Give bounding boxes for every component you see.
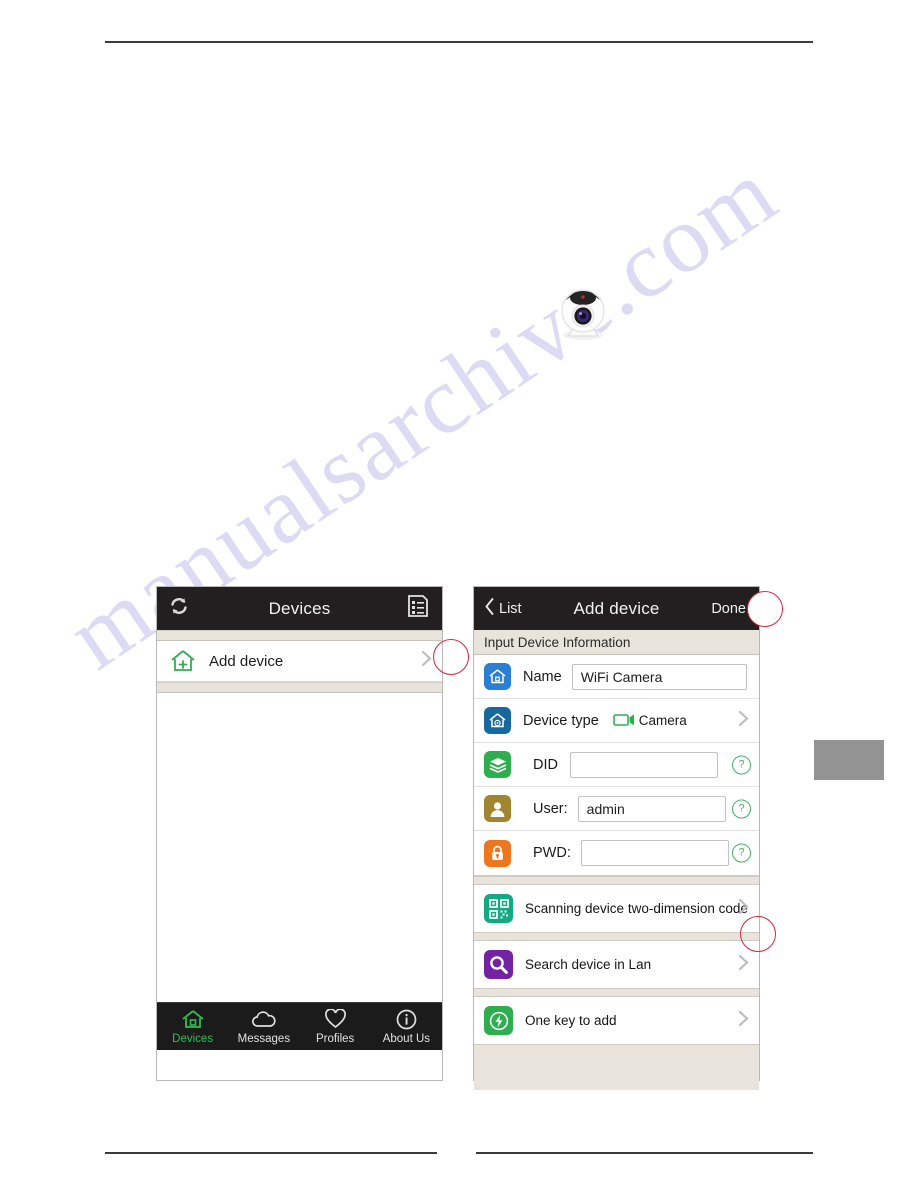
list-item-add-device[interactable]: Add device [157, 641, 442, 682]
house-blue-icon [484, 663, 511, 690]
devices-navbar: Devices [157, 587, 442, 630]
done-button[interactable]: Done [711, 601, 746, 617]
field-row-name[interactable]: Name WiFi Camera [474, 655, 759, 699]
form-footer-area [474, 1044, 759, 1090]
layers-icon [484, 751, 511, 778]
footer-rule-left [105, 1152, 437, 1154]
user-input-value: admin [586, 800, 625, 817]
one-key-add-label: One key to add [525, 1013, 617, 1028]
header-rule [105, 41, 813, 43]
action-row-one-key-add[interactable]: One key to add [474, 997, 759, 1044]
add-device-navbar: List Add device Done [474, 587, 759, 630]
annotation-circle-done [747, 591, 783, 627]
annotation-circle-add-device [433, 639, 469, 675]
footer-rule-right [476, 1152, 813, 1154]
group-separator-3 [474, 988, 759, 997]
field-row-pwd[interactable]: PWD: ? [474, 831, 759, 875]
search-lan-label: Search device in Lan [525, 957, 652, 972]
group-separator-2 [474, 932, 759, 941]
tab-devices[interactable]: Devices [157, 1003, 228, 1045]
refresh-button[interactable] [167, 594, 191, 623]
annotation-circle-scan-row [740, 916, 776, 952]
did-help-icon[interactable]: ? [732, 755, 751, 774]
name-input[interactable]: WiFi Camera [571, 663, 747, 690]
did-label: DID [533, 756, 558, 773]
info-icon [396, 1008, 417, 1030]
chevron-right-icon [738, 1010, 749, 1032]
did-input[interactable] [569, 751, 718, 778]
device-list-empty-area [157, 693, 442, 1002]
house-gear-icon [484, 707, 511, 734]
device-list-button[interactable] [407, 594, 429, 623]
field-row-did[interactable]: DID ? [474, 743, 759, 787]
scan-qr-label: Scanning device two-dimension code [525, 901, 748, 916]
group-separator-1 [474, 876, 759, 885]
field-row-user[interactable]: User: admin ? [474, 787, 759, 831]
list-bottom-strip [157, 682, 442, 693]
user-icon [484, 795, 511, 822]
lightning-icon [484, 1006, 513, 1035]
name-input-value: WiFi Camera [580, 668, 663, 685]
phone-screen-add-device: List Add device Done Input Device Inform… [473, 586, 760, 1090]
cloud-icon [251, 1008, 277, 1030]
chevron-right-icon [738, 954, 749, 976]
chevron-right-icon [738, 898, 749, 920]
tab-about-us-label: About Us [382, 1033, 431, 1045]
pwd-label: PWD: [533, 845, 571, 861]
back-to-list-button[interactable]: List [484, 597, 522, 621]
magnifier-icon [484, 950, 513, 979]
tab-messages[interactable]: Messages [228, 1003, 299, 1045]
field-row-device-type[interactable]: Device type Camera [474, 699, 759, 743]
pwd-help-icon[interactable]: ? [732, 843, 751, 863]
device-info-group: Name WiFi Camera Device type Camera DID … [474, 655, 759, 876]
user-label: User: [533, 800, 568, 817]
heart-icon [324, 1008, 347, 1030]
house-plus-icon [169, 648, 197, 674]
qr-code-icon [484, 894, 513, 923]
lock-icon [484, 839, 511, 867]
tab-messages-label: Messages [237, 1033, 291, 1045]
chevron-right-icon [738, 710, 749, 732]
wifi-camera-photo [552, 283, 614, 345]
name-label: Name [523, 668, 562, 685]
camera-icon [612, 712, 637, 730]
tab-devices-label: Devices [172, 1033, 214, 1045]
section-title: Input Device Information [484, 634, 631, 650]
user-input[interactable]: admin [577, 795, 726, 822]
back-label: List [499, 600, 522, 617]
manual-page: manualsarchive.com Devices Add device De… [0, 0, 918, 1188]
chevron-left-icon [484, 597, 495, 621]
tab-profiles[interactable]: Profiles [300, 1003, 371, 1045]
device-type-value-group: Camera [612, 712, 687, 730]
list-icon [407, 594, 429, 623]
page-edge-tab [814, 740, 884, 780]
device-type-value: Camera [638, 713, 687, 728]
list-top-strip [157, 630, 442, 641]
bottom-tabbar: Devices Messages Profiles About Us [157, 1002, 442, 1050]
device-type-label: Device type [523, 712, 599, 729]
user-help-icon[interactable]: ? [732, 799, 751, 818]
add-device-label: Add device [209, 652, 284, 670]
refresh-icon [167, 594, 191, 623]
home-icon [181, 1008, 205, 1030]
tab-about-us[interactable]: About Us [371, 1003, 442, 1045]
action-row-scan-qr[interactable]: Scanning device two-dimension code [474, 885, 759, 932]
section-header-input-device-information: Input Device Information [474, 630, 759, 655]
action-row-search-lan[interactable]: Search device in Lan [474, 941, 759, 988]
chevron-right-icon [421, 650, 432, 672]
page-title: Devices [268, 598, 331, 618]
phone-screen-devices: Devices Add device Devices Messages Prof… [156, 586, 443, 1081]
pwd-input[interactable] [580, 840, 729, 866]
tab-profiles-label: Profiles [315, 1033, 355, 1045]
done-label: Done [711, 600, 746, 617]
